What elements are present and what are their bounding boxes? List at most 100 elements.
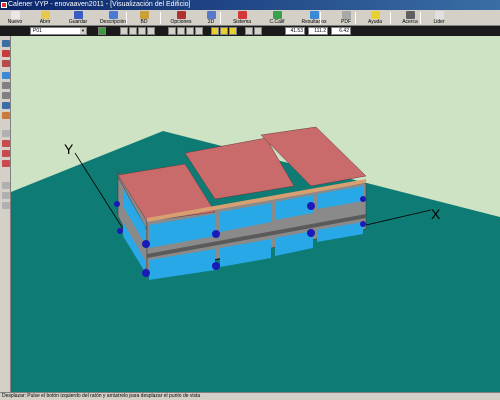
3d-viewport[interactable]: Y X [11,36,500,392]
grid-icon[interactable] [245,27,253,35]
node-marker [212,262,220,270]
y-axis-label: Y [64,141,74,157]
title-bar: Calener VYP - enovaaven2011 - [Visualiza… [0,0,500,10]
window-title: Calener VYP - enovaaven2011 - [Visualiza… [8,1,191,8]
main-toolbar: Nuevo Abrir Guardar Descripción BD Opciones 3D… [0,10,500,26]
wall-icon[interactable] [2,72,10,79]
lider-button[interactable]: Lider [428,10,450,26]
view-top-icon[interactable] [186,27,194,35]
undo-icon[interactable] [2,192,10,199]
abrir-button[interactable]: Abrir [33,10,57,26]
coord-x-field[interactable]: 41.53 [285,27,305,35]
tree-icon[interactable] [98,27,106,35]
edit-icon[interactable] [2,150,10,157]
delete-icon[interactable] [2,160,10,167]
toolbar-separator [320,12,321,24]
toolbar-separator [220,12,221,24]
help-icon [370,11,380,19]
descripci-n-button[interactable]: Descripción [96,10,130,26]
toolbar-separator [390,12,391,24]
open-folder-icon [40,11,50,19]
status-bar: Desplazar: Pulse el botón izquierdo del … [0,392,500,400]
toolbar-button-label: 3D [207,19,215,25]
node-marker [142,269,150,277]
layer-3-icon[interactable] [229,27,237,35]
node-marker [360,221,366,227]
coord-y-field[interactable]: 111.2 [308,27,328,35]
toolbar-button-label: Guardar [68,19,88,25]
toolbar-button-label: BD [140,19,148,25]
calification-icon [272,11,282,19]
add-plant-icon[interactable] [2,50,10,57]
lider-icon [434,11,444,19]
toolbar-separator [355,12,356,24]
secondary-toolbar: P01 ▼ 41.53 111.2 6.42 [0,26,500,36]
zoom-out-icon[interactable] [129,27,137,35]
sistema-button[interactable]: Sistema [228,10,256,26]
opciones-button[interactable]: Opciones [167,10,195,26]
nuevo-button[interactable]: Nuevo [3,10,27,26]
resultados-button[interactable]: Resultados [297,10,331,26]
roof-icon[interactable] [2,112,10,119]
toolbar-separator [420,12,421,24]
node-marker [114,201,120,207]
c-calif-button[interactable]: C.Calif [264,10,290,26]
description-icon [108,11,118,19]
node-marker [360,196,366,202]
node-marker [117,228,123,234]
add-space-icon[interactable] [2,60,10,67]
toolbar-button-label: Descripción [99,19,127,25]
left-toolbar [0,36,11,392]
door-icon[interactable] [2,92,10,99]
building-scene[interactable]: Y X [11,36,500,392]
zoom-window-icon[interactable] [138,27,146,35]
light-icon[interactable] [254,27,262,35]
view-front-icon[interactable] [168,27,176,35]
options-icon [176,11,186,19]
results-icon [309,11,319,19]
toolbar-separator [160,12,161,24]
select-icon[interactable] [2,130,10,137]
floor-icon[interactable] [2,102,10,109]
coord-z-field[interactable]: 6.42 [331,27,351,35]
node-marker [212,230,220,238]
redo-icon[interactable] [2,202,10,209]
toolbar-button-label: Ayuda [367,19,383,25]
save-disk-icon [73,11,83,19]
draw-plan-icon[interactable] [2,40,10,47]
zoom-all-icon[interactable] [147,27,155,35]
cut-icon[interactable] [2,140,10,147]
node-marker [307,229,315,237]
toolbar-button-label: Resultados [301,19,327,25]
toolbar-button-label: Opciones [170,19,192,25]
plant-select-value: P01 [33,28,42,34]
x-axis-label: X [431,206,441,222]
chevron-down-icon[interactable]: ▼ [80,28,86,34]
3d-view-icon [206,11,216,19]
system-icon [237,11,247,19]
zoom-in-icon[interactable] [120,27,128,35]
toolbar-button-label: Lider [433,19,445,25]
ayuda-button[interactable]: Ayuda [363,10,387,26]
status-text: Desplazar: Pulse el botón izquierdo del … [2,393,201,399]
node-marker [142,240,150,248]
plant-select[interactable]: P01 ▼ [30,27,87,35]
toolbar-button-label: C.Calif [269,19,285,25]
layer-2-icon[interactable] [220,27,228,35]
app-icon [1,2,7,8]
about-icon [405,11,415,19]
toolbar-button-label: Sistema [232,19,252,25]
layer-1-icon[interactable] [211,27,219,35]
toolbar-separator [126,12,127,24]
guardar-button[interactable]: Guardar [64,10,92,26]
view-side-icon[interactable] [177,27,185,35]
window-icon[interactable] [2,82,10,89]
node-marker [307,202,315,210]
view-iso-icon[interactable] [195,27,203,35]
database-icon [139,11,149,19]
3d-button[interactable]: 3D [200,10,222,26]
toolbar-button-label: Abrir [39,19,51,25]
pdf-icon [341,11,351,19]
person-icon[interactable] [2,182,10,189]
bd-button[interactable]: BD [133,10,155,26]
